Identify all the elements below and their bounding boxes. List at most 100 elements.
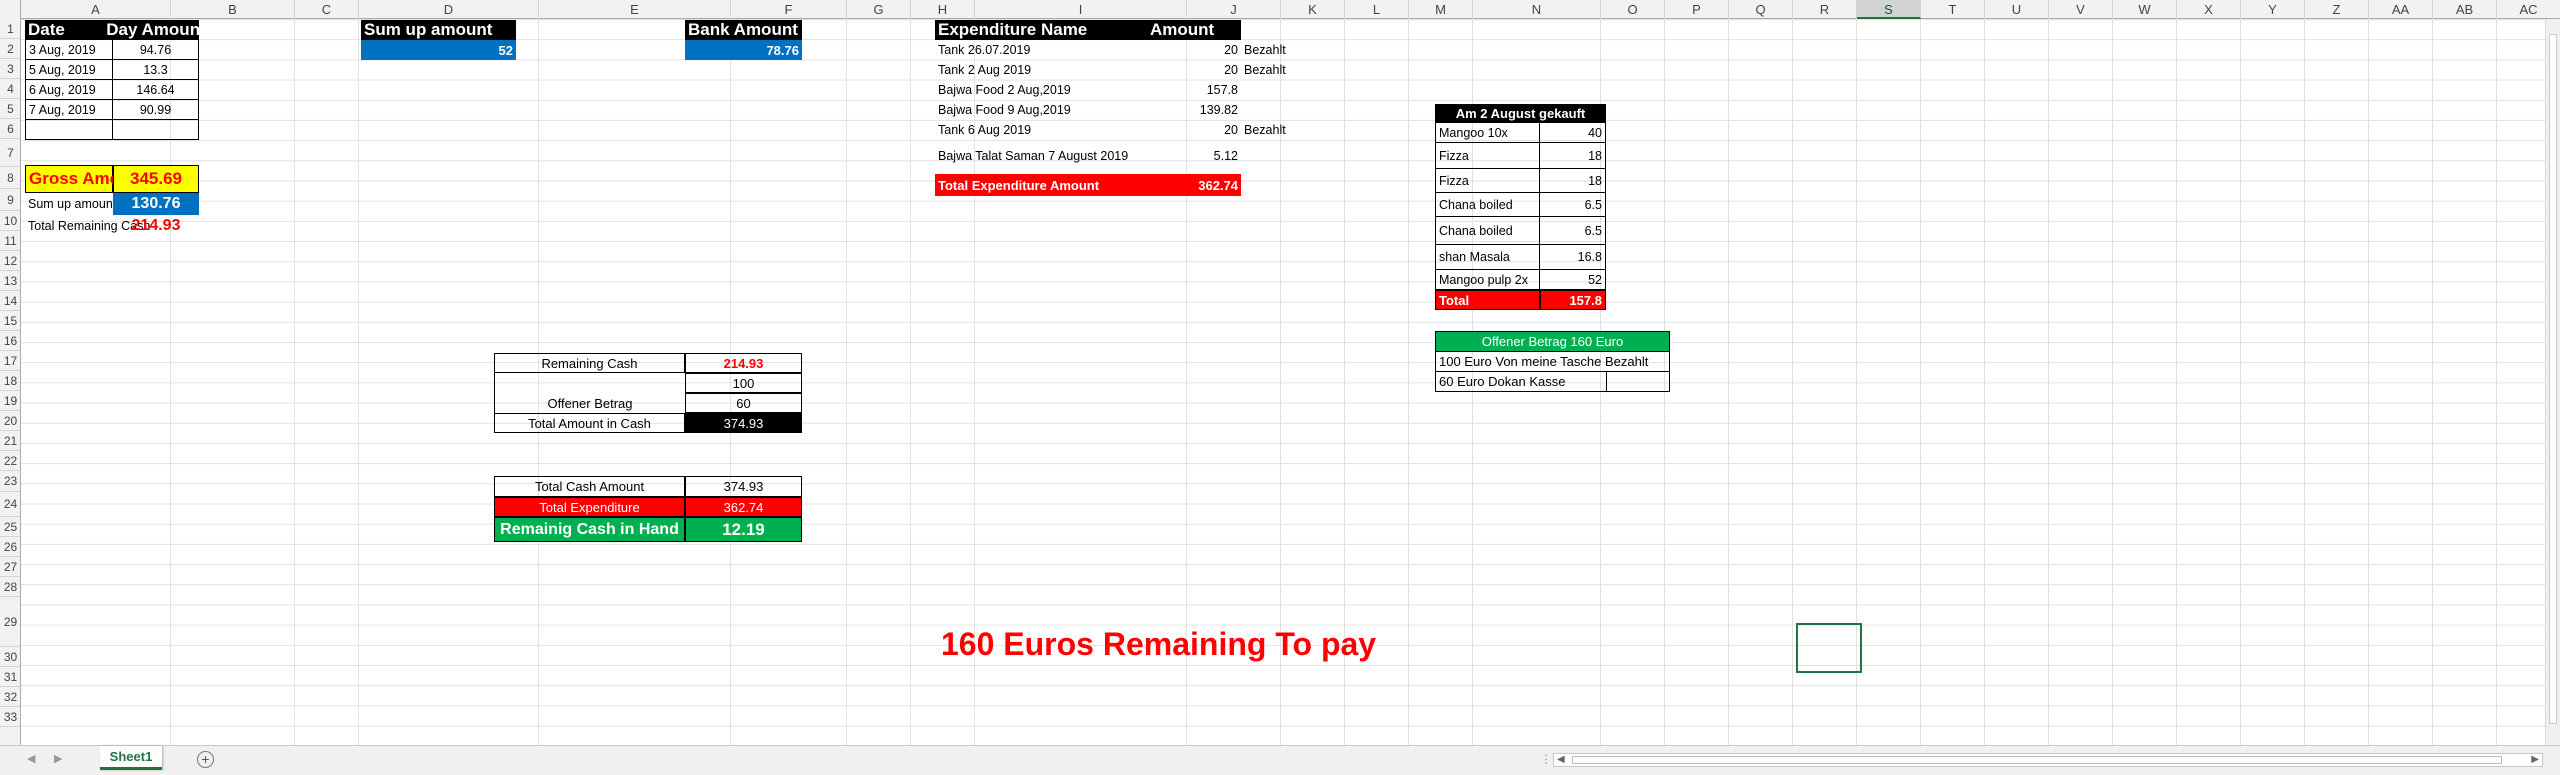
active-cell-selection[interactable] <box>1796 623 1862 673</box>
row-header[interactable]: 3 <box>0 59 20 79</box>
horizontal-scrollbar[interactable]: ◀ ▶ <box>1553 753 2543 767</box>
expenditure-amount-cell[interactable]: 139.82 <box>1147 100 1241 120</box>
handbox-cash-label[interactable]: Total Cash Amount <box>494 476 685 497</box>
offener-line2[interactable]: 60 Euro Dokan Kasse <box>1435 372 1606 392</box>
column-header[interactable]: X <box>2177 0 2241 19</box>
handbox-hand-value[interactable]: 12.19 <box>685 517 802 542</box>
row-header[interactable]: 15 <box>0 311 20 331</box>
column-header[interactable]: D <box>359 0 539 19</box>
column-header[interactable]: H <box>911 0 975 19</box>
row-header[interactable]: 12 <box>0 251 20 271</box>
row-header[interactable]: 26 <box>0 537 20 557</box>
sumup-header[interactable]: Sum up amount <box>361 20 516 40</box>
cashbox-offener-value[interactable]: 60 <box>685 393 802 413</box>
column-header[interactable]: AA <box>2369 0 2433 19</box>
cell-grid[interactable]: Date Day Amount 3 Aug, 2019 94.76 5 Aug, 2… <box>21 19 2560 745</box>
row-header[interactable]: 28 <box>0 577 20 597</box>
column-header[interactable]: A <box>21 0 171 19</box>
select-all-corner[interactable] <box>0 0 21 19</box>
purchase-total-label[interactable]: Total <box>1435 290 1540 310</box>
expenditure-amount-cell[interactable]: 157.8 <box>1147 80 1241 100</box>
horizontal-scroll-thumb[interactable] <box>1572 756 2502 764</box>
column-header[interactable]: Z <box>2305 0 2369 19</box>
offener-header[interactable]: Offener Betrag 160 Euro <box>1435 331 1670 352</box>
row-header[interactable]: 22 <box>0 451 20 471</box>
expenditure-status-cell[interactable]: Bezahlt <box>1241 40 1305 60</box>
handbox-cash-value[interactable]: 374.93 <box>685 476 802 497</box>
bank-header[interactable]: Bank Amount <box>685 20 802 40</box>
expenditure-amount-cell[interactable]: 5.12 <box>1147 143 1241 169</box>
purchase-item-cell[interactable]: Mangoo pulp 2x <box>1435 270 1540 290</box>
cashbox-blank-label[interactable] <box>494 373 685 393</box>
column-header[interactable]: R <box>1793 0 1857 19</box>
row-header[interactable]: 21 <box>0 431 20 451</box>
remaining-banner[interactable]: 160 Euros Remaining To pay <box>938 624 1418 664</box>
daily-blank-cell[interactable] <box>113 120 199 140</box>
daily-amount-cell[interactable]: 90.99 <box>113 100 199 120</box>
expenditure-amount-cell[interactable]: 20 <box>1147 60 1241 80</box>
purchase-item-cell[interactable]: Fizza <box>1435 169 1540 193</box>
daily-blank-cell[interactable] <box>25 120 113 140</box>
cashbox-remaining-value[interactable]: 214.93 <box>685 353 802 373</box>
daily-amount-cell[interactable]: 13.3 <box>113 60 199 80</box>
purchase-header[interactable]: Am 2 August gekauft <box>1435 104 1606 123</box>
column-header[interactable]: C <box>295 0 359 19</box>
column-header[interactable]: I <box>975 0 1187 19</box>
purchase-item-cell[interactable]: Chana boiled <box>1435 193 1540 217</box>
column-header[interactable]: J <box>1187 0 1281 19</box>
row-header[interactable]: 31 <box>0 667 20 687</box>
sheet-tab[interactable]: Sheet1 <box>100 746 162 770</box>
expenditure-amount-cell[interactable]: 20 <box>1147 40 1241 60</box>
expenditure-name-cell[interactable]: Tank 6 Aug 2019 <box>935 120 1147 140</box>
row-header[interactable]: 4 <box>0 79 20 99</box>
row-header[interactable]: 32 <box>0 687 20 707</box>
scroll-left-icon[interactable]: ◀ <box>1557 754 1565 765</box>
add-sheet-icon[interactable]: + <box>197 751 214 768</box>
purchase-price-cell[interactable]: 6.5 <box>1540 193 1606 217</box>
column-header[interactable]: E <box>539 0 731 19</box>
remaining-cash-value[interactable]: 214.93 <box>113 215 199 237</box>
purchase-price-cell[interactable]: 6.5 <box>1540 217 1606 245</box>
expenditure-name-cell[interactable]: Tank 26.07.2019 <box>935 40 1147 60</box>
column-header[interactable]: K <box>1281 0 1345 19</box>
daily-date-cell[interactable]: 7 Aug, 2019 <box>25 100 113 120</box>
purchase-price-cell[interactable]: 16.8 <box>1540 245 1606 270</box>
purchase-price-cell[interactable]: 18 <box>1540 143 1606 169</box>
column-header[interactable]: V <box>2049 0 2113 19</box>
cashbox-total-value[interactable]: 374.93 <box>685 413 802 433</box>
cashbox-offener-label[interactable]: Offener Betrag <box>494 393 685 413</box>
expenditure-total-value[interactable]: 362.74 <box>1147 174 1241 196</box>
vertical-scroll-thumb[interactable] <box>2549 34 2557 724</box>
column-header[interactable]: O <box>1601 0 1665 19</box>
purchase-item-cell[interactable]: Chana boiled <box>1435 217 1540 245</box>
row-header[interactable]: 24 <box>0 492 20 517</box>
expenditure-name-cell[interactable]: Bajwa Talat Saman 7 August 2019 <box>935 143 1147 169</box>
column-header[interactable]: F <box>731 0 847 19</box>
column-header[interactable]: P <box>1665 0 1729 19</box>
bank-value[interactable]: 78.76 <box>685 40 802 60</box>
cashbox-remaining-label[interactable]: Remaining Cash <box>494 353 685 373</box>
purchase-total-value[interactable]: 157.8 <box>1540 290 1606 310</box>
row-header[interactable]: 29 <box>0 597 20 647</box>
cashbox-total-label[interactable]: Total Amount in Cash <box>494 413 685 433</box>
vertical-scrollbar[interactable] <box>2545 19 2560 745</box>
row-header[interactable]: 27 <box>0 557 20 577</box>
row-header[interactable]: 10 <box>0 211 20 231</box>
next-sheet-arrow-icon[interactable]: ▶ <box>54 752 62 765</box>
tab-split-handle-icon[interactable]: ⋮ <box>1540 752 1552 766</box>
row-header[interactable]: 8 <box>0 167 20 189</box>
row-header[interactable]: 25 <box>0 517 20 537</box>
handbox-exp-label[interactable]: Total Expenditure <box>494 497 685 517</box>
header-date[interactable]: Date <box>25 20 113 40</box>
purchase-price-cell[interactable]: 52 <box>1540 270 1606 290</box>
expenditure-name-cell[interactable]: Tank 2 Aug 2019 <box>935 60 1147 80</box>
expenditure-amount-cell[interactable]: 20 <box>1147 120 1241 140</box>
gross-amount-label[interactable]: Gross Amount <box>25 165 146 193</box>
column-header[interactable]: L <box>1345 0 1409 19</box>
expenditure-status-cell[interactable]: Bezahlt <box>1241 120 1305 140</box>
expenditure-status-cell[interactable]: Bezahlt <box>1241 60 1305 80</box>
sum-bank-label[interactable]: Sum up amount + Bank <box>25 193 159 215</box>
row-header[interactable]: 18 <box>0 371 20 391</box>
scroll-right-icon[interactable]: ▶ <box>2531 754 2539 765</box>
worksheet[interactable]: ABCDEFGHIJKLMNOPQRSTUVWXYZAAABACAD 12345… <box>0 0 2560 745</box>
